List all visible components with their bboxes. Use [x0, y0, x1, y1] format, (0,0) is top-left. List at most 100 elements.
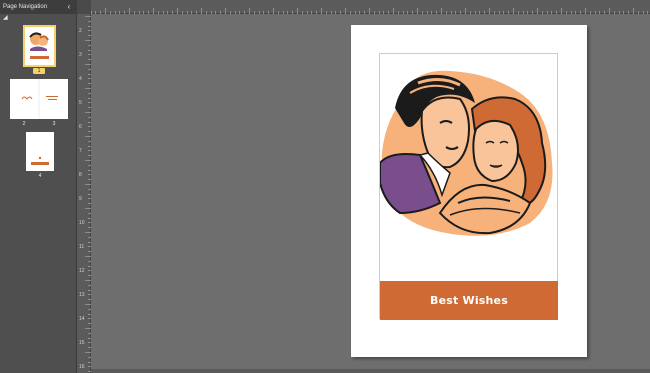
ruler-tick: [88, 241, 91, 243]
ruler-tick: [85, 64, 91, 65]
ruler-tick: [469, 11, 471, 14]
ruler-corner: [77, 0, 91, 14]
ruler-tick: [88, 102, 91, 104]
ruler-tick: [153, 8, 154, 14]
ruler-tick: [162, 11, 164, 14]
ruler-tick: [258, 11, 260, 14]
ruler-tick: [85, 208, 91, 209]
ruler-tick: [88, 30, 91, 32]
ruler-tick: [88, 246, 91, 248]
ruler-tick: [455, 11, 457, 14]
ruler-tick: [397, 11, 399, 14]
ruler-tick: [88, 198, 91, 200]
ruler-number: 8: [79, 172, 82, 178]
ruler-tick: [417, 8, 418, 14]
ruler-tick: [642, 11, 644, 14]
ruler-number: 13: [79, 292, 85, 298]
ruler-tick: [633, 8, 634, 14]
ruler-tick: [527, 11, 529, 14]
ruler-tick: [306, 11, 308, 14]
ruler-tick: [88, 265, 91, 267]
ruler-tick: [88, 203, 91, 205]
ruler-tick: [88, 222, 91, 224]
ruler-tick: [445, 11, 447, 14]
best-wishes-banner[interactable]: Best Wishes: [380, 281, 558, 320]
ruler-tick: [85, 160, 91, 161]
ruler-tick: [88, 44, 91, 46]
ruler-tick: [277, 11, 279, 14]
page-thumbnail-1[interactable]: [23, 25, 56, 67]
page-thumbnail-2-3[interactable]: [10, 79, 68, 119]
page-thumbnail-4[interactable]: [26, 132, 54, 171]
ruler-tick: [88, 217, 91, 219]
ruler-tick: [431, 11, 433, 14]
page-number-2: 2: [22, 121, 26, 127]
ruler-tick: [570, 11, 572, 14]
ruler-number: 9: [79, 196, 82, 202]
ruler-number: 2: [79, 28, 82, 34]
ruler-tick: [138, 11, 140, 14]
back-page-thumbnail-image: [31, 156, 49, 165]
ruler-tick: [88, 299, 91, 301]
ruler-tick: [85, 280, 91, 281]
ruler-tick: [551, 11, 553, 14]
ruler-tick: [88, 25, 91, 27]
horizontal-scrollbar[interactable]: [91, 369, 650, 373]
ruler-tick: [282, 11, 284, 14]
ruler-tick: [253, 11, 255, 14]
ruler-tick: [129, 8, 130, 14]
ruler-tick: [85, 16, 91, 17]
ruler-tick: [88, 347, 91, 349]
ruler-tick: [426, 11, 428, 14]
ruler-tick: [556, 11, 558, 14]
horizontal-ruler[interactable]: [77, 0, 650, 14]
ruler-tick: [186, 11, 188, 14]
ruler-tick: [393, 8, 394, 14]
ruler-tick: [268, 11, 270, 14]
ruler-tick: [109, 11, 111, 14]
ruler-number: 14: [79, 316, 85, 322]
ruler-tick: [88, 284, 91, 286]
ruler-tick: [100, 11, 102, 14]
ruler-tick: [359, 11, 361, 14]
ruler-tick: [88, 78, 91, 80]
vintage-couple-clipart[interactable]: [380, 63, 558, 240]
ruler-tick: [450, 11, 452, 14]
ruler-tick: [88, 107, 91, 109]
ruler-tick: [311, 11, 313, 14]
ruler-tick: [493, 11, 495, 14]
ruler-tick: [297, 8, 298, 14]
chevron-left-icon[interactable]: ‹: [65, 0, 73, 14]
ruler-number: 16: [79, 364, 85, 370]
ruler-tick: [541, 11, 543, 14]
ruler-tick: [460, 11, 462, 14]
ruler-number: 10: [79, 220, 85, 226]
ruler-tick: [88, 54, 91, 56]
ruler-number: 4: [79, 76, 82, 82]
ruler-tick: [85, 328, 91, 329]
ruler-tick: [628, 11, 630, 14]
ruler-tick: [88, 356, 91, 358]
ruler-tick: [124, 11, 126, 14]
ruler-tick: [522, 11, 524, 14]
ruler-tick: [88, 126, 91, 128]
triangle-down-icon[interactable]: ◢: [3, 15, 11, 22]
vertical-ruler[interactable]: 2 3 4 5 6 7 8 9 10 11 12 13 14 15 16: [77, 14, 91, 373]
ruler-tick: [167, 11, 169, 14]
ruler-tick: [205, 11, 207, 14]
ruler-number: 5: [79, 100, 82, 106]
ruler-tick: [441, 8, 442, 14]
ruler-tick: [292, 11, 294, 14]
ruler-tick: [484, 11, 486, 14]
ruler-tick: [172, 11, 174, 14]
ruler-tick: [88, 164, 91, 166]
ruler-tick: [335, 11, 337, 14]
ruler-tick: [210, 11, 212, 14]
ruler-tick: [191, 11, 193, 14]
ruler-tick: [623, 11, 625, 14]
ruler-tick: [263, 11, 265, 14]
ruler-tick: [561, 8, 562, 14]
ruler-tick: [585, 8, 586, 14]
ruler-tick: [85, 88, 91, 89]
ruler-tick: [88, 188, 91, 190]
